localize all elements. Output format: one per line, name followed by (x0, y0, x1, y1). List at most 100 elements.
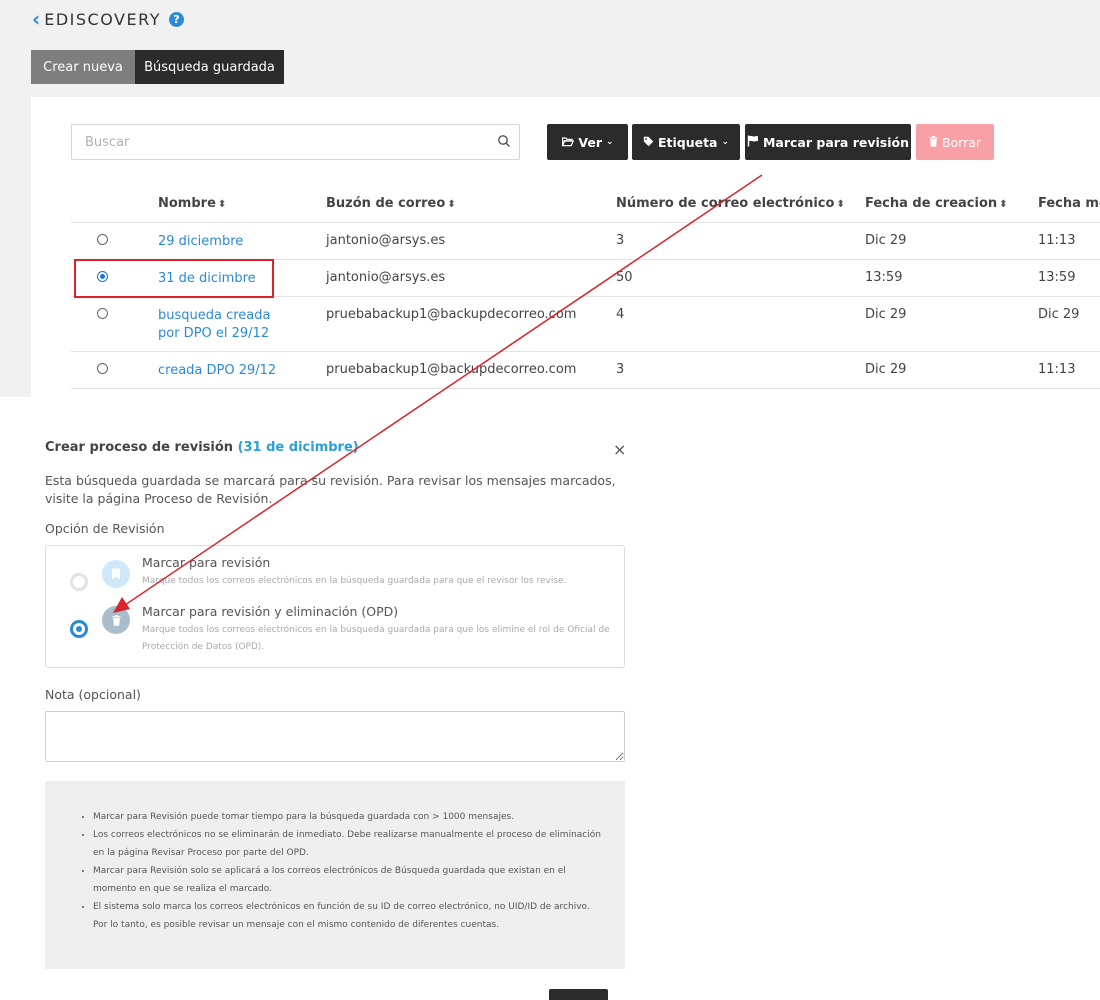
bookmark-icon (102, 560, 130, 588)
option-title: Marcar para revisión y eliminación (OPD) (142, 604, 399, 619)
row-select-cell (71, 259, 158, 297)
row-mailbox: jantonio@arsys.es (326, 259, 616, 297)
page-title: EDISCOVERY (44, 9, 161, 29)
row-email-count: 3 (616, 351, 865, 389)
table-row[interactable]: 29 diciembre jantonio@arsys.es 3 Dic 29 … (71, 222, 1100, 260)
note-label: Nota (opcional) (45, 687, 141, 702)
review-options-box: Marcar para revisión Marque todos los co… (45, 545, 625, 668)
search-icon[interactable] (497, 134, 511, 148)
back-chevron-icon[interactable]: ‹ (32, 9, 40, 29)
row-radio[interactable] (97, 362, 108, 374)
option-radio[interactable] (70, 620, 88, 638)
modal-title: Crear proceso de revisión (31 de dicimbr… (45, 440, 359, 455)
option-text: Marcar para revisión y eliminación (OPD)… (142, 603, 622, 656)
trash-icon (102, 606, 130, 634)
row-select-cell (71, 222, 158, 260)
header-created-label: Fecha de creacion (865, 195, 998, 211)
close-icon[interactable]: × (613, 440, 626, 459)
header-name[interactable]: Nombre ⬍ (158, 185, 326, 223)
row-name-cell: 31 de dicimbre (158, 259, 326, 297)
chevron-down-icon: ⌄ (606, 137, 614, 147)
delete-button[interactable]: Borrar (916, 124, 994, 160)
folder-open-icon (561, 135, 575, 150)
row-mailbox: jantonio@arsys.es (326, 222, 616, 260)
header-created[interactable]: Fecha de creacion ⬍ (865, 185, 1038, 223)
view-button-label: Ver (578, 134, 603, 150)
info-box: Marcar para Revisión puede tomar tiempo … (45, 781, 625, 969)
tag-button[interactable]: Etiqueta ⌄ (632, 124, 740, 160)
info-item: Marcar para Revisión solo se aplicará a … (93, 862, 603, 898)
row-email-count: 4 (616, 296, 865, 352)
search-input[interactable] (72, 125, 472, 159)
info-item: Marcar para Revisión puede tomar tiempo … (93, 808, 603, 826)
row-created: Dic 29 (865, 351, 1038, 389)
row-mailbox: pruebabackup1@backupdecorreo.com (326, 351, 616, 389)
row-modified: Dic 29 (1038, 296, 1100, 352)
tab-create-new[interactable]: Crear nueva (31, 50, 135, 84)
header-name-label: Nombre (158, 195, 216, 211)
search-name-link[interactable]: creada DPO 29/12 (158, 363, 276, 378)
modal-title-search-name: (31 de dicimbre) (237, 440, 359, 455)
header-email-count-label: Número de correo electrónico (616, 195, 835, 211)
trash-icon (929, 135, 938, 150)
tag-icon (643, 135, 654, 150)
row-email-count: 50 (616, 259, 865, 297)
row-select-cell (71, 296, 158, 352)
sort-icon[interactable]: ⬍ (999, 199, 1007, 210)
search-name-link[interactable]: 29 diciembre (158, 234, 243, 249)
modal-description: Esta búsqueda guardada se marcará para s… (45, 473, 616, 506)
row-mailbox: pruebabackup1@backupdecorreo.com (326, 296, 616, 352)
submit-button[interactable] (549, 989, 608, 1000)
table-row[interactable]: 31 de dicimbre jantonio@arsys.es 50 13:5… (71, 259, 1100, 297)
row-created: 13:59 (865, 259, 1038, 297)
page-header: ‹ EDISCOVERY ? (32, 9, 184, 29)
row-name-cell: 29 diciembre (158, 222, 326, 260)
tab-bar: Crear nueva Búsqueda guardada (31, 50, 284, 84)
row-modified: 11:13 (1038, 351, 1100, 389)
row-email-count: 3 (616, 222, 865, 260)
header-mailbox-label: Buzón de correo (326, 195, 446, 211)
option-subtitle: Marque todos los correos electrónicos en… (142, 625, 610, 652)
option-radio[interactable] (70, 573, 88, 591)
flag-icon (747, 135, 759, 150)
table-row[interactable]: creada DPO 29/12 pruebabackup1@backupdec… (71, 351, 1100, 389)
row-radio[interactable] (97, 233, 108, 245)
row-radio[interactable] (97, 307, 108, 319)
help-icon[interactable]: ? (168, 11, 184, 27)
option-text: Marcar para revisión Marque todos los co… (142, 554, 622, 590)
mark-for-review-label: Marcar para revisión (762, 134, 910, 150)
info-list: Marcar para Revisión puede tomar tiempo … (93, 808, 603, 934)
header-modified-label: Fecha mo (1038, 195, 1100, 211)
row-name-cell: busqueda creada por DPO el 29/12 (158, 296, 326, 352)
row-created: Dic 29 (865, 222, 1038, 260)
review-option-label: Opción de Revisión (45, 521, 165, 536)
search-name-link[interactable]: 31 de dicimbre (158, 271, 256, 286)
table-row[interactable]: busqueda creada por DPO el 29/12 pruebab… (71, 296, 1100, 352)
view-button[interactable]: Ver ⌄ (547, 124, 628, 160)
header-mailbox[interactable]: Buzón de correo ⬍ (326, 185, 616, 223)
row-name-cell: creada DPO 29/12 (158, 351, 326, 389)
option-subtitle: Marque todos los correos electrónicos en… (142, 576, 567, 586)
modal-title-text: Crear proceso de revisión (45, 440, 234, 455)
table-header-row: Nombre ⬍ Buzón de correo ⬍ Número de corre… (71, 185, 1100, 223)
search-name-link[interactable]: busqueda creada por DPO el 29/12 (158, 307, 278, 343)
tag-button-label: Etiqueta (657, 134, 718, 150)
header-select (71, 185, 158, 223)
header-email-count[interactable]: Número de correo electrónico ⬍ (616, 185, 865, 223)
header-modified[interactable]: Fecha mo (1038, 185, 1100, 223)
info-item: El sistema solo marca los correos electr… (93, 898, 603, 934)
tab-saved-search[interactable]: Búsqueda guardada (135, 50, 284, 84)
mark-for-review-button[interactable]: Marcar para revisión (745, 124, 911, 160)
sort-icon[interactable]: ⬍ (836, 199, 844, 210)
saved-searches-table: Nombre ⬍ Buzón de correo ⬍ Número de corre… (71, 185, 1100, 389)
chevron-down-icon: ⌄ (721, 137, 730, 147)
row-modified: 13:59 (1038, 259, 1100, 297)
note-textarea[interactable] (45, 711, 625, 762)
delete-button-label: Borrar (941, 134, 982, 150)
row-radio[interactable] (97, 270, 108, 282)
row-modified: 11:13 (1038, 222, 1100, 260)
option-title: Marcar para revisión (142, 555, 271, 570)
sort-icon[interactable]: ⬍ (447, 199, 455, 210)
row-created: Dic 29 (865, 296, 1038, 352)
sort-icon[interactable]: ⬍ (218, 199, 226, 210)
